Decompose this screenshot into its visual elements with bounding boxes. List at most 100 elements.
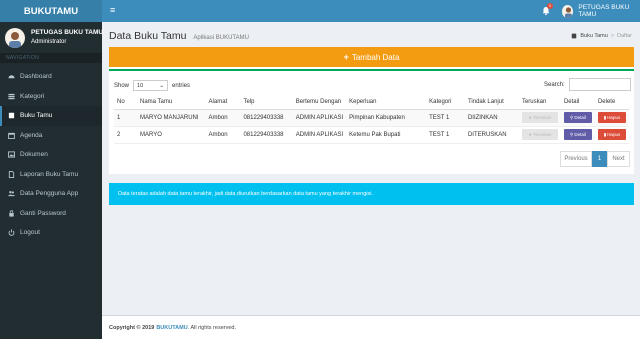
search-label: Search: [544,81,565,88]
cell-delete: ▮ Hapus [594,126,629,144]
page-title: Data Buku Tamu [109,30,187,42]
col-delete: Delete [594,95,629,110]
col-keperluan[interactable]: Keperluan [346,95,427,110]
hapus-button[interactable]: ▮ Hapus [597,112,626,123]
cell-telp: 081229403338 [240,126,293,144]
cell-telp: 081229403338 [240,109,293,127]
col-teruskan: Teruskan [518,95,561,110]
cell-bertemu: ADMIN APLIKASI [292,109,347,127]
breadcrumb-item-buku-tamu[interactable]: Buku Tamu [580,33,607,39]
user-panel: PETUGAS BUKU TAMU Administrator [0,22,104,53]
cell-nama: MARYO [136,126,206,144]
col-bertemu[interactable]: Bertemu Dengan [292,95,347,110]
footer-brand-link[interactable]: BUKUTAMU [156,325,187,331]
content-header: Data Buku Tamu Aplikasi BUKUTAMU [109,30,249,42]
cell-nama: MARYO MANJARUNI [136,109,206,127]
col-telp[interactable]: Telp [240,95,293,110]
breadcrumb-separator: > [610,33,615,39]
pagination-next[interactable]: Next [607,151,630,167]
cell-kategori: TEST 1 [426,109,465,127]
calendar-icon [8,132,15,139]
breadcrumb-item-daftar: Daftar [617,33,632,39]
sidebar-item-label: Logout [20,229,40,237]
col-tindak-lanjut[interactable]: Tindak Lanjut [464,95,519,110]
cell-alamat: Ambon [205,126,241,144]
entries-label: entries [172,82,191,89]
image-icon [8,151,15,158]
col-nama-tamu[interactable]: Nama Tamu [136,95,206,110]
sidebar-item-agenda[interactable]: Agenda [0,126,102,146]
guest-table: No Nama Tamu Alamat Telp Bertemu Dengan … [114,95,629,144]
col-kategori[interactable]: Kategori [426,95,465,110]
table-row: 1 MARYO MANJARUNI Ambon 081229403338 ADM… [114,109,629,127]
teruskan-button[interactable]: ➤ Teruskan [521,129,558,140]
sidebar-item-laporan[interactable]: Laporan Buku Tamu [0,165,102,185]
sidebar-item-label: Ganti Password [20,209,66,217]
detail-button[interactable]: ⚲ Detail [563,112,592,123]
search-input[interactable] [568,78,631,91]
show-entries: Show 10 ⌄ entries [114,80,190,91]
cell-teruskan: ➤ Teruskan [518,109,561,127]
sidebar-item-dokumen[interactable]: Dokumen [0,145,102,165]
sidebar-item-label: Dashboard [20,73,52,81]
show-label: Show [114,82,130,89]
detail-button[interactable]: ⚲ Detail [563,129,592,140]
plus-icon: + [343,52,349,62]
user-name: PETUGAS BUKU TAMU [31,29,104,36]
sidebar-toggle-icon[interactable]: ≡ [110,6,118,15]
user-menu-label: PETUGAS BUKU TAMU [578,4,630,18]
avatar [5,28,25,48]
cell-keperluan: Ketemu Pak Bupati [346,126,427,144]
search-icon: ⚲ [570,114,574,120]
hapus-label: Hapus [607,132,621,137]
trash-icon: ▮ [603,114,607,120]
sidebar-item-label: Data Pengguna App [20,190,79,198]
breadcrumb: Buku Tamu > Daftar [571,33,632,39]
hapus-button[interactable]: ▮ Hapus [597,129,626,140]
sidebar-item-label: Agenda [20,131,43,139]
pagination-previous[interactable]: Previous [560,151,592,167]
teruskan-label: Teruskan [533,115,552,120]
book-icon [572,33,577,39]
sidebar-item-buku-tamu[interactable]: Buku Tamu [0,106,102,126]
sidebar-item-kategori[interactable]: Kategori [0,87,102,107]
chevron-down-icon: ⌄ [159,82,165,89]
dashboard-icon [8,75,15,79]
sidebar-item-label: Dokumen [20,151,48,159]
sidebar-item-label: Kategori [20,92,45,100]
hapus-label: Hapus [607,115,621,120]
search: Search: [544,78,631,91]
sidebar-item-label: Buku Tamu [20,112,53,120]
pagination-page-1[interactable]: 1 [592,151,607,167]
info-callout: Data teratas adalah data tamu terakhir, … [109,183,634,205]
entries-select[interactable]: 10 ⌄ [133,80,169,91]
nav-header: NAVIGATION [6,55,40,61]
power-icon [8,229,15,236]
cell-kategori: TEST 1 [426,126,465,144]
app-logo[interactable]: BUKUTAMU [0,0,102,22]
sidebar-item-dashboard[interactable]: Dashboard [0,67,102,87]
send-icon: ➤ [528,131,533,137]
sidebar: PETUGAS BUKU TAMU Administrator NAVIGATI… [0,22,104,339]
sidebar-item-ganti-password[interactable]: Ganti Password [0,204,102,224]
col-no[interactable]: No [114,95,137,110]
sidebar-item-data-pengguna[interactable]: Data Pengguna App [0,184,102,204]
footer: Copyright © 2019 BUKUTAMU . All rights r… [102,315,640,339]
page-subtitle: Aplikasi BUKUTAMU [193,35,249,41]
cell-delete: ▮ Hapus [594,109,629,127]
cell-detail: ⚲ Detail [560,109,595,127]
divider [109,69,634,71]
sidebar-item-logout[interactable]: Logout [0,223,102,243]
search-icon: ⚲ [570,131,574,137]
sidebar-item-label: Laporan Buku Tamu [20,170,79,178]
col-alamat[interactable]: Alamat [205,95,241,110]
cell-no: 1 [114,109,137,127]
cell-alamat: Ambon [205,109,241,127]
add-data-button[interactable]: + Tambah Data [109,47,634,67]
grid-icon [8,93,15,99]
user-menu[interactable]: PETUGAS BUKU TAMU [562,3,640,19]
footer-rights: . All rights reserved. [187,324,236,331]
cell-bertemu: ADMIN APLIKASI [292,126,347,144]
teruskan-button[interactable]: ➤ Teruskan [521,112,558,123]
user-role: Administrator [31,39,67,45]
